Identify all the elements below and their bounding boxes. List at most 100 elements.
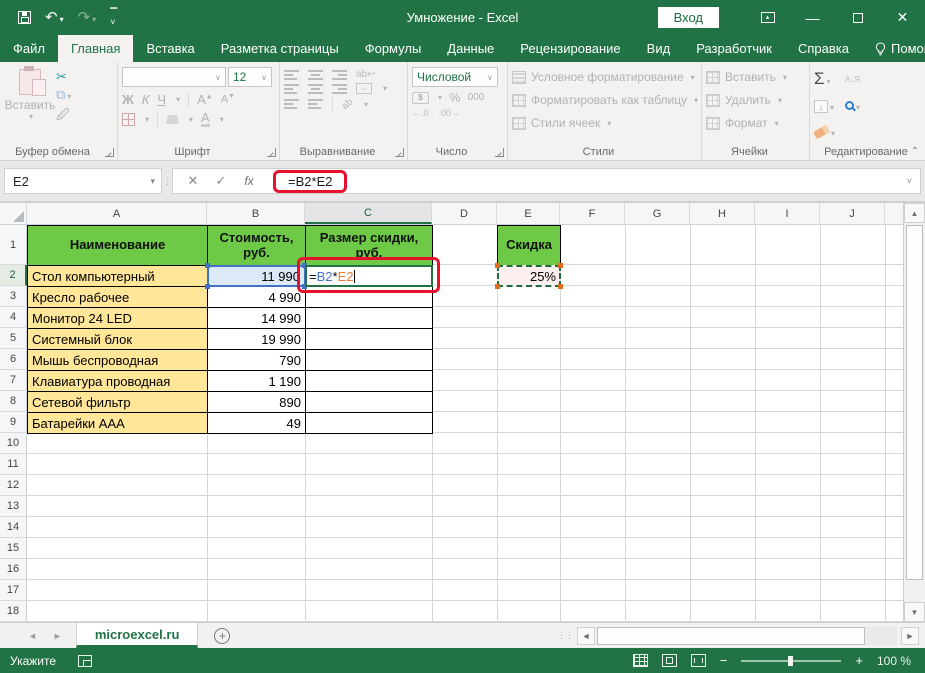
row-header-5[interactable]: 5 [0,328,27,349]
cell-c6[interactable] [305,349,433,371]
cell-c9[interactable] [305,412,433,434]
zoom-level-label[interactable]: 100 % [877,654,911,668]
fill-color-dropdown-icon[interactable]: ▾ [189,115,193,124]
page-layout-view-button[interactable] [662,654,677,667]
close-button[interactable]: ✕ [880,0,925,35]
format-painter-button[interactable]: 🖉 [56,108,71,122]
hscroll-left-button[interactable]: ◄ [577,627,595,645]
find-select-button[interactable]: ▾ [845,97,860,115]
hscroll-right-button[interactable]: ► [901,627,919,645]
select-all-button[interactable] [0,203,27,224]
decrease-indent-button[interactable] [284,99,299,109]
underline-dropdown-icon[interactable]: ▾ [176,95,180,104]
row-header-8[interactable]: 8 [0,391,27,412]
row-header-2[interactable]: 2 [0,265,27,286]
cell-a9[interactable]: Батарейки AAA [27,412,208,434]
column-header-b[interactable]: B [207,203,305,224]
bold-button[interactable]: Ж [122,92,134,107]
row-header-15[interactable]: 15 [0,538,27,559]
zoom-out-button[interactable]: − [720,653,728,668]
cell-b2-referenced[interactable]: 11 990 [207,265,306,287]
customize-qat-button[interactable]: ▔˅ [110,9,118,27]
borders-button[interactable] [122,113,135,126]
font-color-dropdown-icon[interactable]: ▾ [220,115,224,124]
horizontal-scrollbar[interactable] [597,627,897,645]
decrease-decimal-button[interactable]: .00→ [439,108,461,118]
comma-style-button[interactable]: 000 [468,92,485,103]
number-dialog-launcher[interactable] [495,148,504,157]
row-header-16[interactable]: 16 [0,559,27,580]
column-header-d[interactable]: D [432,203,497,224]
align-right-button[interactable] [332,84,347,94]
cell-b8[interactable]: 890 [207,391,306,413]
delete-cells-button[interactable]: Удалить▾ [706,90,805,110]
column-header-i[interactable]: I [755,203,820,224]
cell-a6[interactable]: Мышь беспроводная [27,349,208,371]
format-as-table-button[interactable]: Форматировать как таблицу▾ [512,90,697,110]
cell-e2-referenced[interactable]: 25% [497,265,561,287]
vertical-scroll-thumb[interactable] [906,225,923,580]
column-header-e[interactable]: E [497,203,560,224]
sign-in-button[interactable]: Вход [658,7,719,28]
column-header-a[interactable]: A [27,203,207,224]
copy-button[interactable]: ⧉▾ [56,88,71,104]
row-header-17[interactable]: 17 [0,580,27,601]
tab-home[interactable]: Главная [58,35,133,62]
row-header-13[interactable]: 13 [0,496,27,517]
redo-button[interactable]: ↷▾ [78,10,97,25]
align-center-button[interactable] [308,84,323,94]
add-sheet-button[interactable]: + [214,628,230,644]
autosum-button[interactable]: Σ▾ [814,71,835,89]
save-icon[interactable] [18,11,31,24]
paste-dropdown-icon[interactable]: ▾ [29,112,33,121]
row-header-12[interactable]: 12 [0,475,27,496]
cell-b4[interactable]: 14 990 [207,307,306,329]
cell-area[interactable]: Наименование Стоимость, руб. Размер скид… [27,225,903,622]
alignment-dialog-launcher[interactable] [395,148,404,157]
conditional-formatting-button[interactable]: Условное форматирование▾ [512,67,697,87]
percent-style-button[interactable]: % [449,90,461,105]
fill-color-button[interactable] [166,115,179,124]
row-header-10[interactable]: 10 [0,433,27,454]
cell-a4[interactable]: Монитор 24 LED [27,307,208,329]
format-cells-button[interactable]: Формат▾ [706,113,805,133]
align-middle-button[interactable] [308,70,323,80]
name-box-dropdown-icon[interactable]: ▾ [150,176,155,187]
increase-decimal-button[interactable]: ←.0 [412,108,429,118]
zoom-slider[interactable] [741,660,841,662]
row-header-4[interactable]: 4 [0,307,27,328]
cell-a5[interactable]: Системный блок [27,328,208,350]
wrap-text-button[interactable]: ab↩ [356,70,376,80]
tab-formulas[interactable]: Формулы [352,35,435,62]
next-sheet-button[interactable]: ► [53,631,62,641]
cell-a7[interactable]: Клавиатура проводная [27,370,208,392]
tab-help[interactable]: Справка [785,35,862,62]
number-format-combo[interactable]: Числовой∨ [412,67,498,87]
increase-indent-button[interactable] [308,99,323,109]
cell-a3[interactable]: Кресло рабочее [27,286,208,308]
scrollbar-splitter[interactable]: ⋮⋮ [557,630,573,641]
ribbon-display-options-button[interactable]: ▴ [745,0,790,35]
formula-input-area[interactable]: ✕ ✓ fx =B2*E2 ˅ [172,168,921,194]
row-header-18[interactable]: 18 [0,601,27,622]
insert-cells-button[interactable]: Вставить▾ [706,67,805,87]
orientation-button[interactable]: ab [340,96,356,112]
accounting-dropdown-icon[interactable]: ▾ [438,93,442,102]
undo-dropdown-icon[interactable]: ▾ [60,15,64,24]
cell-c7[interactable] [305,370,433,392]
row-header-11[interactable]: 11 [0,454,27,475]
align-bottom-button[interactable] [332,70,347,80]
tab-review[interactable]: Рецензирование [507,35,633,62]
clipboard-dialog-launcher[interactable] [105,148,114,157]
cancel-entry-button[interactable]: ✕ [179,173,207,189]
column-header-j[interactable]: J [820,203,885,224]
name-box[interactable]: E2 ▾ [4,168,162,194]
b2-handle-top-left[interactable] [205,263,210,268]
tab-insert[interactable]: Вставка [133,35,207,62]
cell-a1-header[interactable]: Наименование [27,225,208,266]
font-name-combo[interactable]: ∨ [122,67,226,87]
cell-b6[interactable]: 790 [207,349,306,371]
font-size-combo[interactable]: 12∨ [228,67,272,87]
tab-page-layout[interactable]: Разметка страницы [208,35,352,62]
align-left-button[interactable] [284,84,299,94]
